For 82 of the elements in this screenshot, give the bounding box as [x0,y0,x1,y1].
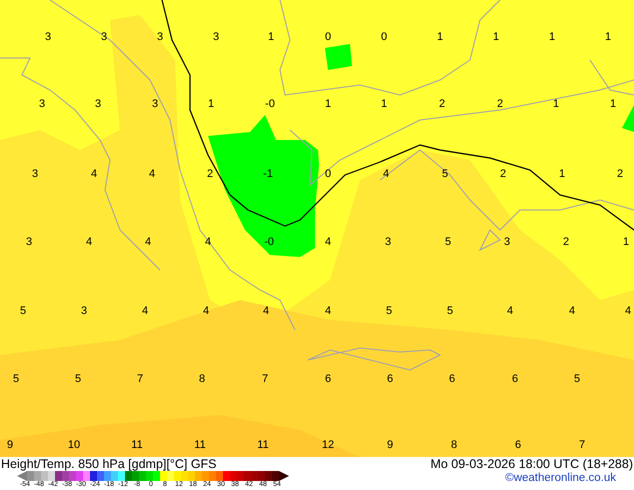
temperature-label: 1 [552,99,560,110]
temperature-label: 3 [100,32,108,43]
temperature-label: 8 [198,374,206,385]
temperature-label: 4 [382,169,390,180]
temperature-label: 10 [68,440,80,451]
temperature-label: 1 [324,99,332,110]
temperature-label: 2 [562,237,570,248]
temperature-label: 12 [322,440,334,451]
temperature-label: 5 [74,374,82,385]
temperature-label: 6 [514,440,522,451]
temperature-label: 3 [152,99,158,110]
temperature-label: 5 [12,374,20,385]
temperature-label: 2 [616,169,624,180]
temperature-label: 3 [504,237,510,248]
temperature-label: 4 [324,237,332,248]
temperature-label: 3 [156,32,164,43]
temperature-label: 1 [604,32,612,43]
temperature-label: 4 [324,306,332,317]
temperature-label: 1 [380,99,388,110]
temperature-label: 4 [262,306,270,317]
temperature-label: 11 [194,440,206,451]
temperature-label: 5 [446,306,454,317]
valid-time: Mo 09-03-2026 18:00 UTC (18+288) [430,458,634,470]
temperature-label: 8 [450,440,458,451]
temperature-label: 7 [136,374,144,385]
temperature-label: 3 [94,99,102,110]
temperature-label: 9 [386,440,394,451]
temperature-label: 6 [324,374,332,385]
cold-patch-drawing [622,105,634,132]
temperature-label: 3 [26,237,32,248]
temperature-label: 1 [622,237,630,248]
temperature-label: 1 [436,32,444,43]
temperature-label: 1 [558,169,566,180]
temperature-label: 0 [324,32,332,43]
temperature-label: 5 [20,306,26,317]
cold-patch-drawing [325,44,352,70]
temperature-label: 7 [262,374,268,385]
temperature-label: 0 [324,169,332,180]
temperature-label: -1 [263,169,273,180]
temperature-label: 2 [496,99,504,110]
temperature-label: 0 [380,32,388,43]
temperature-label: 9 [6,440,14,451]
temperature-label: 3 [44,32,52,43]
scale-left-arrow-icon [17,471,27,481]
temperature-label: 5 [574,374,580,385]
temperature-label: 5 [442,169,448,180]
temperature-label: 3 [80,306,88,317]
temperature-label: 1 [268,32,274,43]
temperature-label: 11 [257,440,269,451]
temperature-label: 4 [142,306,148,317]
temperature-label: 2 [438,99,446,110]
temperature-label: 3 [212,32,220,43]
temperature-label: 11 [131,440,143,451]
temperature-label: 3 [38,99,46,110]
temperature-label: 6 [448,374,456,385]
temperature-label: 4 [204,237,212,248]
temperature-label: -0 [265,99,275,110]
temperature-label: 4 [568,306,576,317]
temperature-label: 1 [208,99,214,110]
temperature-label: 2 [206,169,214,180]
temperature-label: 4 [90,169,98,180]
credit-link[interactable]: ©weatheronline.co.uk [505,471,634,484]
temperature-label: 4 [144,237,152,248]
temperature-label: 2 [500,169,506,180]
temperature-label: 1 [610,99,616,110]
temperature-label: 6 [512,374,518,385]
temperature-label: 1 [492,32,500,43]
temperature-label: 5 [444,237,452,248]
temperature-label: -0 [264,237,274,248]
scale-right-arrow-icon [279,471,289,481]
temperature-label: 3 [32,169,38,180]
temperature-label: 4 [86,237,92,248]
temperature-label: 1 [548,32,556,43]
temperature-label: 7 [578,440,586,451]
temperature-label: 6 [386,374,394,385]
temperature-label: 4 [148,169,156,180]
chart-title: Height/Temp. 850 hPa [gdmp][°C] GFS [0,458,217,470]
temperature-label: 3 [384,237,392,248]
temperature-label: 4 [624,306,632,317]
temperature-label: 4 [506,306,514,317]
temperature-label: 5 [386,306,392,317]
temperature-label: 4 [202,306,210,317]
